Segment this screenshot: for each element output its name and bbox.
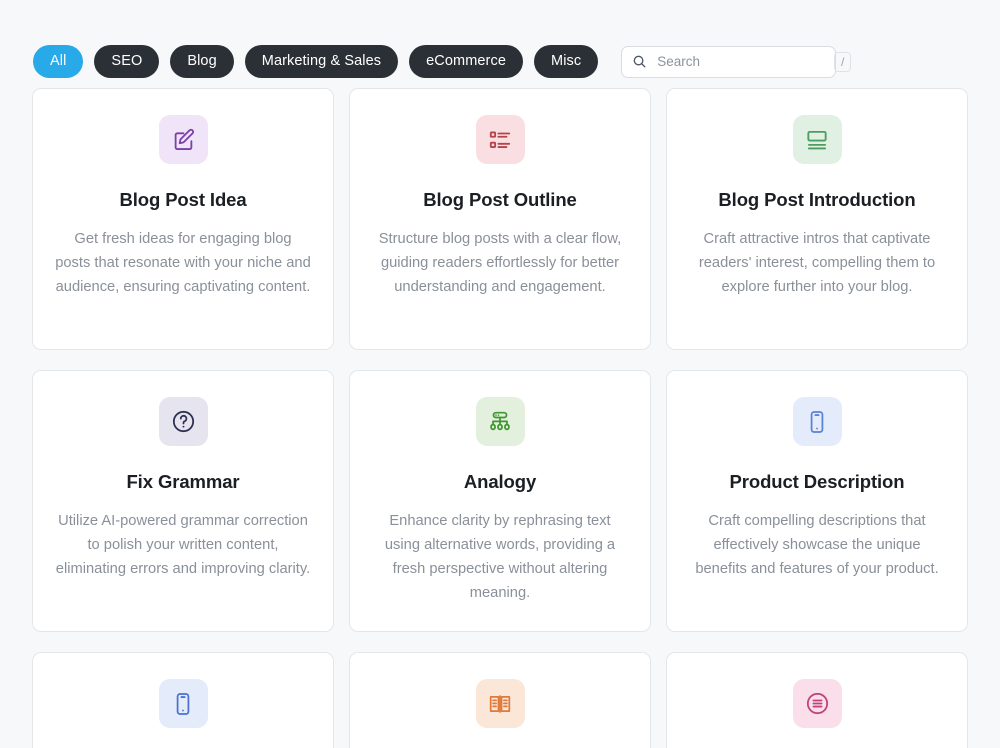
icon-tile [159, 397, 208, 446]
prompt-card-title: Fix Grammar [126, 471, 239, 493]
prompt-card[interactable] [666, 652, 968, 748]
article-intro-icon [804, 127, 830, 153]
search-shortcut-badge: / [834, 52, 851, 72]
prompt-card[interactable]: Blog Post Introduction Craft attractive … [666, 88, 968, 350]
prompt-card-description: Craft attractive intros that captivate r… [689, 228, 945, 300]
edit-square-icon [170, 126, 197, 153]
search-icon [632, 54, 647, 69]
icon-tile [476, 115, 525, 164]
prompt-card-description: Get fresh ideas for engaging blog posts … [55, 228, 311, 300]
list-outline-icon [487, 127, 513, 153]
filter-pill-ecommerce[interactable]: eCommerce [409, 45, 523, 78]
prompt-card-title: Blog Post Idea [119, 189, 246, 211]
open-book-icon [487, 691, 513, 717]
prompt-card-title: Analogy [464, 471, 536, 493]
prompt-card-description: Craft compelling descriptions that effec… [689, 510, 945, 582]
search-box[interactable]: / [621, 46, 836, 78]
prompt-card-description: Utilize AI-powered grammar correction to… [55, 510, 311, 582]
prompt-card[interactable] [32, 652, 334, 748]
icon-tile [793, 397, 842, 446]
prompt-card-title: Product Description [730, 471, 905, 493]
search-input[interactable] [647, 47, 834, 77]
sitemap-icon [487, 409, 513, 435]
icon-tile [793, 679, 842, 728]
circle-lines-icon [804, 690, 831, 717]
prompt-card[interactable] [349, 652, 651, 748]
smartphone-icon [170, 691, 196, 717]
prompt-card[interactable]: Blog Post Idea Get fresh ideas for engag… [32, 88, 334, 350]
icon-tile [159, 115, 208, 164]
prompt-card-description: Enhance clarity by rephrasing text using… [372, 510, 628, 606]
icon-tile [476, 397, 525, 446]
filter-pill-seo[interactable]: SEO [94, 45, 159, 78]
icon-tile [793, 115, 842, 164]
prompt-card[interactable]: Product Description Craft compelling des… [666, 370, 968, 632]
smartphone-icon [804, 409, 830, 435]
icon-tile [159, 679, 208, 728]
filter-pill-blog[interactable]: Blog [170, 45, 233, 78]
prompt-card-title: Blog Post Introduction [718, 189, 915, 211]
prompt-card-description: Structure blog posts with a clear flow, … [372, 228, 628, 300]
icon-tile [476, 679, 525, 728]
prompt-card[interactable]: Analogy Enhance clarity by rephrasing te… [349, 370, 651, 632]
filter-pill-all[interactable]: All [33, 45, 83, 78]
question-circle-icon [170, 408, 197, 435]
prompt-card-title: Blog Post Outline [423, 189, 577, 211]
prompt-library-page: All SEO Blog Marketing & Sales eCommerce… [0, 0, 1000, 748]
prompt-card[interactable]: Blog Post Outline Structure blog posts w… [349, 88, 651, 350]
filter-toolbar: All SEO Blog Marketing & Sales eCommerce… [0, 0, 1000, 88]
prompt-card-grid: Blog Post Idea Get fresh ideas for engag… [0, 88, 1000, 748]
filter-pill-marketing-sales[interactable]: Marketing & Sales [245, 45, 398, 78]
filter-pill-misc[interactable]: Misc [534, 45, 598, 78]
prompt-card[interactable]: Fix Grammar Utilize AI-powered grammar c… [32, 370, 334, 632]
